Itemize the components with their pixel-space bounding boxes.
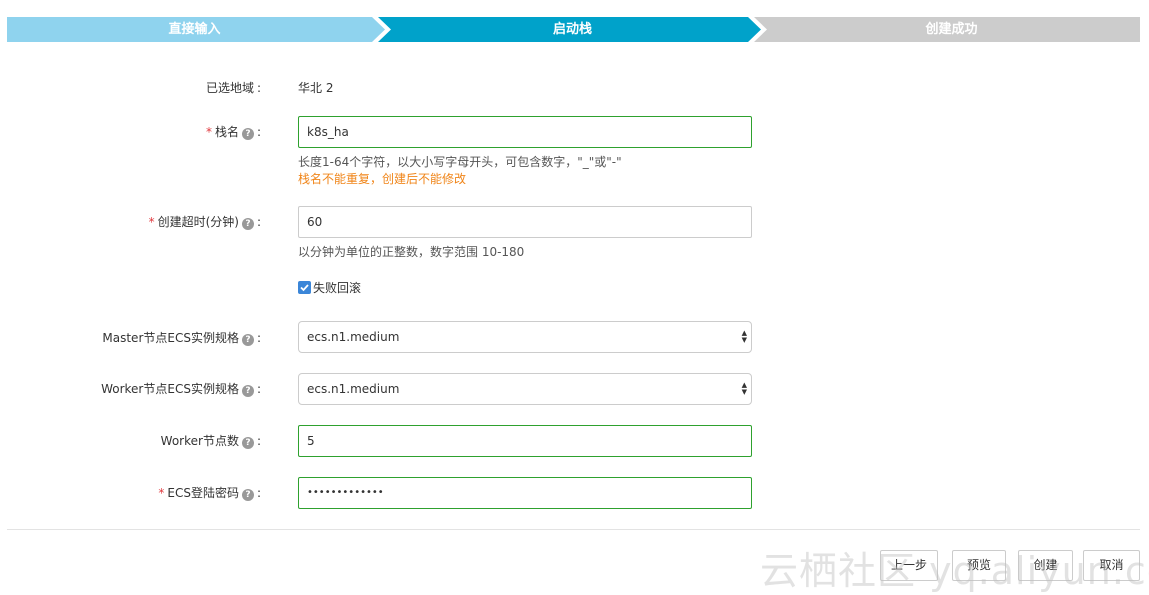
stack-name-hint: 长度1-64个字符，以大小写字母开头，可包含数字，"_"或"-"	[298, 155, 622, 169]
prev-step-button[interactable]: 上一步	[880, 550, 938, 581]
worker-spec-value: ecs.n1.medium	[307, 382, 400, 396]
step-1-label: 直接输入	[168, 22, 221, 37]
stack-name-label: * 栈名?:	[205, 125, 261, 140]
rollback-checkbox[interactable]	[298, 281, 311, 294]
step-3-label: 创建成功	[925, 22, 978, 37]
stack-name-warning: 栈名不能重复，创建后不能修改	[298, 172, 467, 186]
help-icon[interactable]: ?	[241, 385, 254, 397]
worker-count-label: Worker节点数?:	[160, 434, 261, 449]
cancel-button[interactable]: 取消	[1083, 550, 1140, 581]
timeout-input[interactable]: 60	[298, 206, 752, 238]
master-spec-label: Master节点ECS实例规格?:	[102, 331, 261, 346]
stack-name-input[interactable]: k8s_ha	[298, 116, 752, 148]
select-arrows-icon: ▲ ▼	[741, 329, 747, 344]
footer-divider	[7, 529, 1140, 530]
worker-spec-select[interactable]: ecs.n1.medium ▲ ▼	[298, 373, 752, 405]
help-icon[interactable]: ?	[241, 489, 254, 501]
master-spec-select[interactable]: ecs.n1.medium ▲ ▼	[298, 321, 752, 353]
required-mark: *	[205, 125, 212, 139]
preview-button[interactable]: 预览	[952, 550, 1006, 581]
worker-spec-label: Worker节点ECS实例规格?:	[101, 382, 261, 397]
help-icon[interactable]: ?	[241, 218, 254, 230]
ecs-password-input[interactable]: •••••••••••••	[298, 477, 752, 509]
required-mark: *	[148, 215, 155, 229]
ecs-password-label: * ECS登陆密码?:	[158, 486, 261, 501]
timeout-label: * 创建超时(分钟)?:	[148, 215, 261, 230]
master-spec-value: ecs.n1.medium	[307, 330, 400, 344]
create-button[interactable]: 创建	[1018, 550, 1073, 581]
timeout-hint: 以分钟为单位的正整数，数字范围 10-180	[298, 245, 525, 259]
check-icon	[300, 284, 309, 292]
help-icon[interactable]: ?	[241, 128, 254, 140]
step-2-label: 启动栈	[552, 22, 592, 37]
worker-count-input[interactable]: 5	[298, 425, 752, 457]
required-mark: *	[158, 486, 165, 500]
rollback-label[interactable]: 失败回滚	[313, 279, 361, 296]
wizard-step-bar: 直接输入 启动栈 创建成功	[7, 17, 1140, 42]
region-value: 华北 2	[298, 81, 334, 95]
help-icon[interactable]: ?	[241, 334, 254, 346]
region-label: 已选地域:	[205, 81, 261, 95]
help-icon[interactable]: ?	[241, 437, 254, 449]
select-arrows-icon: ▲ ▼	[741, 381, 747, 396]
